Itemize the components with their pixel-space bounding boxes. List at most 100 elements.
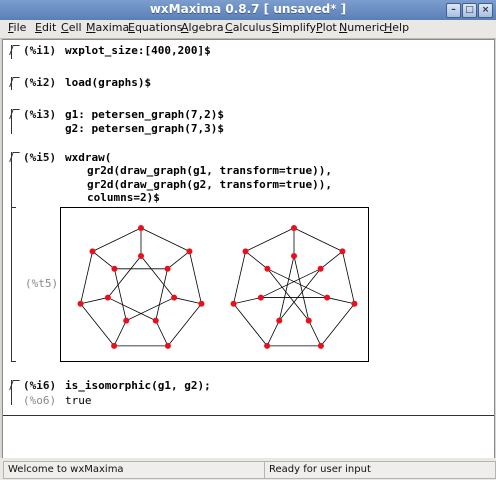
- petersen-7-2-inner-vertex: [138, 253, 144, 259]
- petersen-7-3-outer-vertex: [264, 342, 271, 349]
- petersen-7-3-outer-edge: [245, 227, 295, 252]
- menu-bar: File Edit Cell Maxima Equations Algebra …: [0, 20, 496, 39]
- petersen-7-3-inner-vertex: [291, 253, 297, 259]
- petersen-7-2-inner-vertex: [152, 317, 159, 324]
- petersen-7-2-spoke-edge: [92, 251, 115, 270]
- petersen-7-2-outer-vertex: [77, 300, 84, 307]
- graph-plot[interactable]: [60, 207, 369, 362]
- petersen-7-2-inner-edge: [107, 297, 156, 321]
- petersen-7-3-outer-vertex: [242, 248, 249, 255]
- petersen-7-2-outer-vertex: [198, 300, 205, 307]
- graph-plot-svg: [77, 225, 358, 349]
- petersen-7-2-spoke-edge: [80, 297, 108, 305]
- petersen-7-3-inner-edge: [260, 268, 321, 298]
- cell-bracket-line: [11, 109, 12, 134]
- petersen-7-2-outer-edge: [92, 227, 142, 252]
- petersen-7-3-outer-edge: [293, 227, 343, 252]
- cell-bracket-line: [11, 380, 12, 405]
- petersen-7-2-inner-vertex: [111, 265, 118, 272]
- petersen-7-2-outer-vertex: [186, 248, 193, 255]
- petersen-7-2-inner-edge: [107, 255, 142, 298]
- petersen-7-2-inner-edge: [140, 255, 175, 298]
- petersen-7-2-outer-vertex: [89, 248, 96, 255]
- insert-cursor-line[interactable]: [3, 415, 494, 416]
- petersen-7-3-spoke-edge: [266, 320, 280, 347]
- output-value-o6: true: [65, 394, 92, 407]
- close-icon[interactable]: ×: [478, 3, 493, 18]
- input-code-i3-line2[interactable]: g2: petersen_graph(7,3)$: [65, 122, 224, 135]
- petersen-7-3-inner-vertex: [264, 265, 271, 272]
- petersen-7-3-spoke-edge: [245, 251, 268, 270]
- petersen-7-3-outer-edge: [320, 303, 355, 347]
- input-code-i1[interactable]: wxplot_size:[400,200]$: [65, 44, 211, 57]
- input-code-i2[interactable]: load(graphs)$: [65, 76, 151, 89]
- petersen-7-2-inner-vertex: [164, 265, 171, 272]
- petersen-7-3-inner-vertex: [257, 294, 264, 301]
- menu-plot[interactable]: Plot: [316, 21, 337, 34]
- menu-cell[interactable]: Cell: [61, 21, 82, 34]
- title-bar: wxMaxima 0.8.7 [ unsaved* ] – □ ×: [0, 0, 496, 20]
- output-label-t5: (%t5): [25, 277, 59, 290]
- petersen-7-3-outer-vertex: [291, 225, 297, 231]
- minimize-icon[interactable]: –: [446, 3, 461, 18]
- petersen-7-3-outer-vertex: [351, 300, 358, 307]
- input-label-i6: (%i6): [23, 379, 57, 392]
- input-code-i5-line2[interactable]: gr2d(draw_graph(g1, transform=true)),: [87, 164, 332, 177]
- petersen-7-2-outer-edge: [167, 303, 202, 347]
- status-left: Welcome to wxMaxima: [3, 461, 266, 479]
- output-label-o6: (%o6): [23, 394, 57, 407]
- cell-bracket-line: [11, 77, 12, 90]
- petersen-7-2-spoke-edge: [167, 251, 190, 270]
- petersen-7-3-outer-vertex: [230, 300, 237, 307]
- input-label-i2: (%i2): [23, 76, 57, 89]
- maximize-icon[interactable]: □: [462, 3, 477, 18]
- petersen-7-2-outer-edge: [80, 251, 93, 304]
- menu-equations[interactable]: Equations: [128, 21, 182, 34]
- petersen-7-2-spoke-edge: [113, 320, 127, 347]
- petersen-7-3-spoke-edge: [327, 297, 355, 305]
- input-code-i5-line3[interactable]: gr2d(draw_graph(g2, transform=true)),: [87, 178, 332, 191]
- petersen-7-2-inner-vertex: [171, 294, 178, 301]
- petersen-7-2-outer-vertex: [111, 342, 118, 349]
- petersen-7-3-outer-edge: [342, 251, 355, 304]
- petersen-7-3-inner-vertex: [276, 317, 283, 324]
- menu-algebra[interactable]: Algebra: [181, 21, 224, 34]
- petersen-7-3-outer-vertex: [317, 342, 324, 349]
- petersen-7-2-outer-vertex: [164, 342, 171, 349]
- petersen-7-2-outer-edge: [140, 227, 190, 252]
- cell-bracket-line: [11, 45, 12, 59]
- petersen-7-3-inner-edge: [267, 268, 328, 298]
- input-label-i3: (%i3): [23, 108, 57, 121]
- petersen-7-2-outer-edge: [80, 303, 115, 347]
- petersen-7-3-inner-vertex: [324, 294, 331, 301]
- petersen-7-3-inner-vertex: [305, 317, 312, 324]
- petersen-7-3-inner-vertex: [317, 265, 324, 272]
- menu-numeric[interactable]: Numeric: [339, 21, 385, 34]
- input-code-i3-line1[interactable]: g1: petersen_graph(7,2)$: [65, 108, 224, 121]
- input-code-i5-line1[interactable]: wxdraw(: [65, 151, 111, 164]
- petersen-7-2-spoke-edge: [155, 320, 169, 347]
- petersen-7-3-outer-edge: [233, 303, 268, 347]
- menu-calculus[interactable]: Calculus: [225, 21, 271, 34]
- worksheet[interactable]: (%i1) wxplot_size:[400,200]$ (%i2) load(…: [2, 39, 495, 459]
- status-bar: Welcome to wxMaxima Ready for user input: [0, 458, 496, 480]
- menu-simplify[interactable]: Simplify: [272, 21, 316, 34]
- menu-file[interactable]: File: [8, 21, 26, 34]
- petersen-7-3-spoke-edge: [308, 320, 322, 347]
- petersen-7-3-outer-edge: [233, 251, 246, 304]
- petersen-7-2-inner-edge: [126, 297, 175, 321]
- input-code-i5-line4[interactable]: columns=2)$: [87, 191, 160, 204]
- menu-maxima[interactable]: Maxima: [86, 21, 129, 34]
- input-code-i6[interactable]: is_isomorphic(g1, g2);: [65, 379, 211, 392]
- cell-bracket-line: [11, 152, 12, 362]
- petersen-7-2-spoke-edge: [174, 297, 202, 305]
- cell-bracket-end: [11, 361, 16, 362]
- petersen-7-2-inner-vertex: [104, 294, 111, 301]
- menu-edit[interactable]: Edit: [35, 21, 56, 34]
- petersen-7-2-outer-vertex: [138, 225, 144, 231]
- window-title: wxMaxima 0.8.7 [ unsaved* ]: [149, 2, 347, 16]
- petersen-7-3-spoke-edge: [233, 297, 261, 305]
- input-label-i5: (%i5): [23, 151, 57, 164]
- menu-help[interactable]: Help: [384, 21, 409, 34]
- status-right: Ready for user input: [264, 461, 496, 479]
